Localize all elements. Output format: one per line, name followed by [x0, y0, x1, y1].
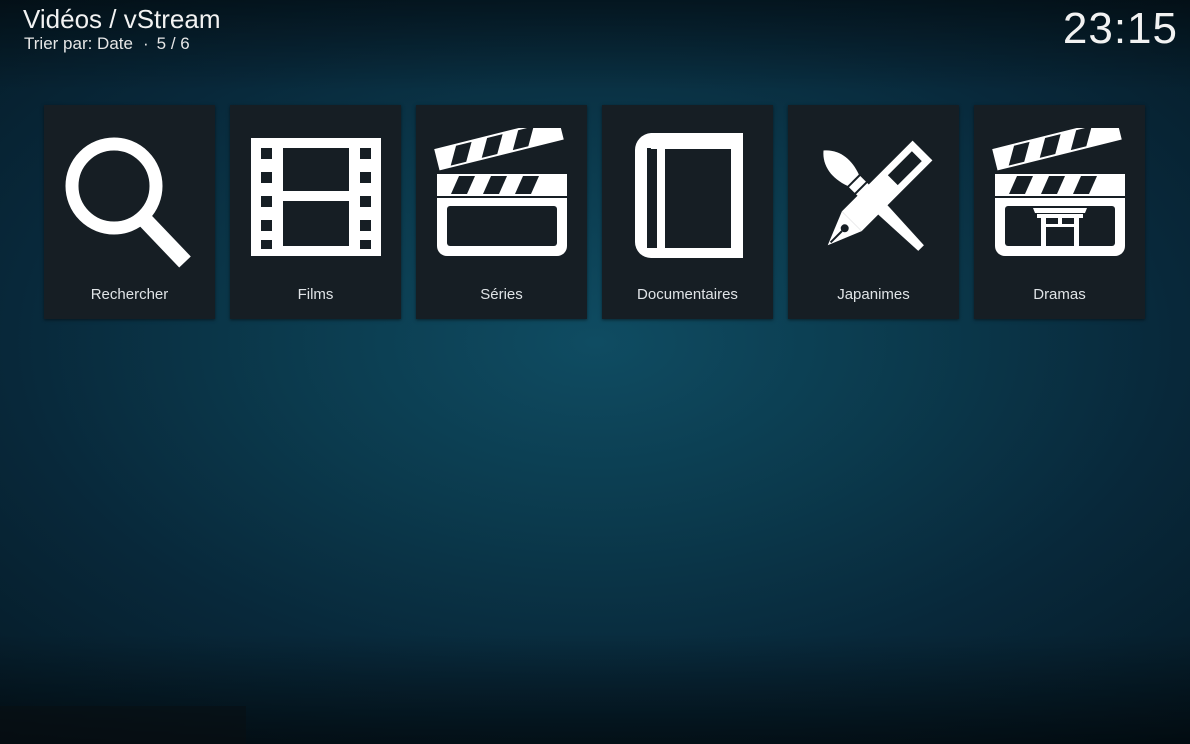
clapperboard-torii-icon [989, 120, 1130, 280]
film-icon [245, 120, 386, 280]
clapperboard-icon [431, 120, 572, 280]
item-position: 5 / 6 [156, 34, 190, 53]
brush-pen-icon [803, 120, 944, 280]
sort-info: Trier par: Date · 5 / 6 [24, 34, 190, 54]
tile-label: Japanimes [837, 286, 910, 303]
tile-rechercher[interactable]: Rechercher [44, 105, 215, 319]
tile-label: Rechercher [90, 286, 169, 303]
tile-japanimes[interactable]: Japanimes [788, 105, 959, 319]
book-icon [617, 120, 758, 280]
search-icon [59, 120, 200, 280]
tile-series[interactable]: Séries [416, 105, 587, 319]
tile-label: Séries [480, 286, 523, 303]
footer-strip [0, 706, 246, 744]
sort-label[interactable]: Trier par: Date [24, 34, 133, 53]
tile-documentaires[interactable]: Documentaires [602, 105, 773, 319]
clock: 23:15 [1062, 4, 1178, 53]
tile-label: Documentaires [637, 286, 738, 303]
tile-label: Films [297, 286, 334, 303]
tile-films[interactable]: Films [230, 105, 401, 319]
separator: · [142, 34, 149, 53]
tile-dramas[interactable]: Dramas [974, 105, 1145, 319]
tile-label: Dramas [1033, 286, 1086, 303]
category-grid: Rechercher Films Séries Documentaires Ja… [44, 105, 1145, 319]
page-title: Vidéos / vStream [23, 4, 221, 34]
